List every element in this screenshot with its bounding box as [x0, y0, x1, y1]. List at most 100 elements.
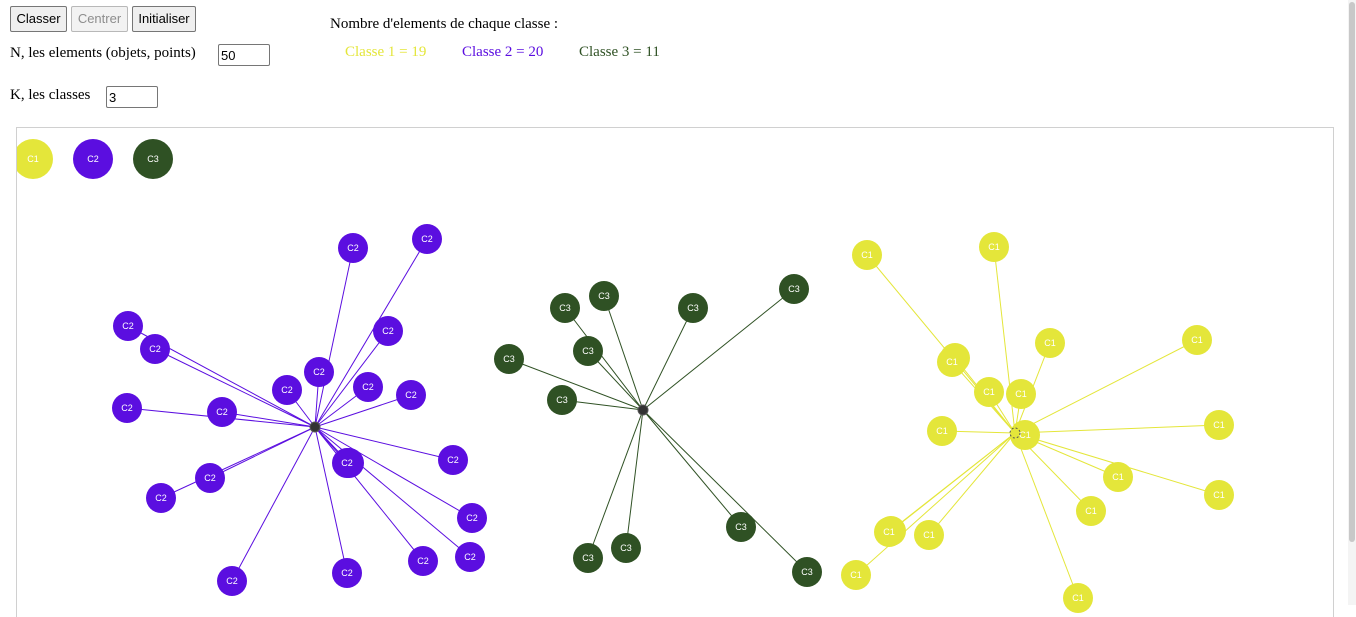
cluster-point[interactable]: C2 [408, 546, 438, 576]
cluster-point[interactable]: C2 [140, 334, 170, 364]
cluster-point[interactable]: C1 [1006, 379, 1036, 409]
cluster-point[interactable]: C2 [146, 483, 176, 513]
node-label: C1 [27, 154, 39, 164]
cluster-point[interactable]: C1 [1010, 420, 1040, 450]
node-label: C2 [87, 154, 99, 164]
link-line [928, 432, 1016, 536]
cluster-point[interactable]: C1 [937, 347, 967, 377]
cluster-point[interactable]: C1 [1076, 496, 1106, 526]
centroid-marker [637, 404, 649, 416]
cluster-point[interactable]: C2 [112, 393, 142, 423]
node-label: C2 [421, 234, 433, 244]
node-label: C3 [582, 553, 594, 563]
cluster-point[interactable]: C2 [457, 503, 487, 533]
cluster-point[interactable]: C1 [974, 377, 1004, 407]
node-label: C1 [1213, 490, 1225, 500]
class-2-count: Classe 2 = 20 [462, 44, 544, 60]
cluster-point[interactable]: C3 [678, 293, 708, 323]
node-label: C3 [687, 303, 699, 313]
node-label: C2 [226, 576, 238, 586]
scrollbar-thumb[interactable] [1349, 2, 1355, 542]
n-elements-input[interactable] [218, 44, 270, 66]
cluster-point[interactable]: C3 [726, 512, 756, 542]
link-line [1014, 424, 1220, 434]
node-label: C1 [1072, 593, 1084, 603]
node-label: C3 [620, 543, 632, 553]
cluster-point[interactable]: C2 [338, 233, 368, 263]
cluster-point[interactable]: C1 [874, 517, 904, 547]
cluster-point[interactable]: C3 [573, 543, 603, 573]
cluster-point[interactable]: C3 [611, 533, 641, 563]
cluster-canvas[interactable]: C1C1C1C1C1C1C1C1C1C1C1C1C1C1C1C1C1C1C1C2… [16, 127, 1334, 617]
node-label: C1 [946, 357, 958, 367]
cluster-point[interactable]: C3 [792, 557, 822, 587]
node-label: C2 [464, 552, 476, 562]
node-label: C1 [1191, 335, 1203, 345]
node-label: C1 [983, 387, 995, 397]
cluster-point[interactable]: C1 [1063, 583, 1093, 613]
cluster-point[interactable]: C3 [550, 293, 580, 323]
cluster-point[interactable]: C2 [332, 558, 362, 588]
cluster-point[interactable]: C2 [353, 372, 383, 402]
cluster-point[interactable]: C2 [304, 357, 334, 387]
node-label: C1 [1085, 506, 1097, 516]
node-label: C3 [147, 154, 159, 164]
node-label: C1 [1044, 338, 1056, 348]
k-classes-input[interactable] [106, 86, 158, 108]
node-label: C2 [417, 556, 429, 566]
node-label: C1 [988, 242, 1000, 252]
node-label: C3 [598, 291, 610, 301]
classify-button[interactable]: Classer [10, 6, 67, 32]
cluster-point[interactable]: C1 [1204, 410, 1234, 440]
cluster-point[interactable]: C1 [841, 560, 871, 590]
reset-button[interactable]: Initialiser [132, 6, 196, 32]
cluster-point[interactable]: C1 [1035, 328, 1065, 358]
cluster-point[interactable]: C3 [494, 344, 524, 374]
cluster-point[interactable]: C2 [332, 448, 362, 478]
node-label: C1 [1015, 389, 1027, 399]
link-line [888, 432, 1016, 533]
cluster-point[interactable]: C1 [914, 520, 944, 550]
cluster-point[interactable]: C2 [195, 463, 225, 493]
node-label: C2 [362, 382, 374, 392]
node-label: C1 [850, 570, 862, 580]
cluster-point[interactable]: C2 [396, 380, 426, 410]
legend-c3[interactable]: C3 [133, 139, 173, 179]
node-label: C2 [405, 390, 417, 400]
node-label: C1 [936, 426, 948, 436]
legend-c2[interactable]: C2 [73, 139, 113, 179]
cluster-point[interactable]: C2 [412, 224, 442, 254]
class-1-count: Classe 1 = 19 [345, 44, 427, 60]
cluster-point[interactable]: C3 [779, 274, 809, 304]
cluster-point[interactable]: C2 [272, 375, 302, 405]
node-label: C2 [204, 473, 216, 483]
link-line [625, 409, 644, 549]
node-label: C3 [788, 284, 800, 294]
center-button[interactable]: Centrer [71, 6, 128, 32]
cluster-point[interactable]: C3 [589, 281, 619, 311]
cluster-point[interactable]: C2 [113, 311, 143, 341]
cluster-point[interactable]: C1 [852, 240, 882, 270]
node-label: C1 [861, 250, 873, 260]
cluster-point[interactable]: C2 [217, 566, 247, 596]
node-label: C1 [1213, 420, 1225, 430]
cluster-point[interactable]: C1 [1204, 480, 1234, 510]
cluster-point[interactable]: C2 [373, 316, 403, 346]
cluster-point[interactable]: C3 [547, 385, 577, 415]
cluster-point[interactable]: C1 [1182, 325, 1212, 355]
cluster-point[interactable]: C3 [573, 336, 603, 366]
node-label: C3 [559, 303, 571, 313]
node-label: C2 [149, 344, 161, 354]
cluster-point[interactable]: C2 [438, 445, 468, 475]
cluster-scene: C1C1C1C1C1C1C1C1C1C1C1C1C1C1C1C1C1C1C1C2… [17, 139, 1234, 613]
cluster-point[interactable]: C2 [207, 397, 237, 427]
cluster-point[interactable]: C1 [979, 232, 1009, 262]
legend-c1[interactable]: C1 [17, 139, 53, 179]
link-line [603, 295, 644, 411]
cluster-point[interactable]: C2 [455, 542, 485, 572]
vertical-scrollbar[interactable] [1348, 0, 1356, 605]
cluster-point[interactable]: C1 [927, 416, 957, 446]
node-label: C2 [382, 326, 394, 336]
cluster-point[interactable]: C1 [1103, 462, 1133, 492]
node-label: C2 [341, 458, 353, 468]
